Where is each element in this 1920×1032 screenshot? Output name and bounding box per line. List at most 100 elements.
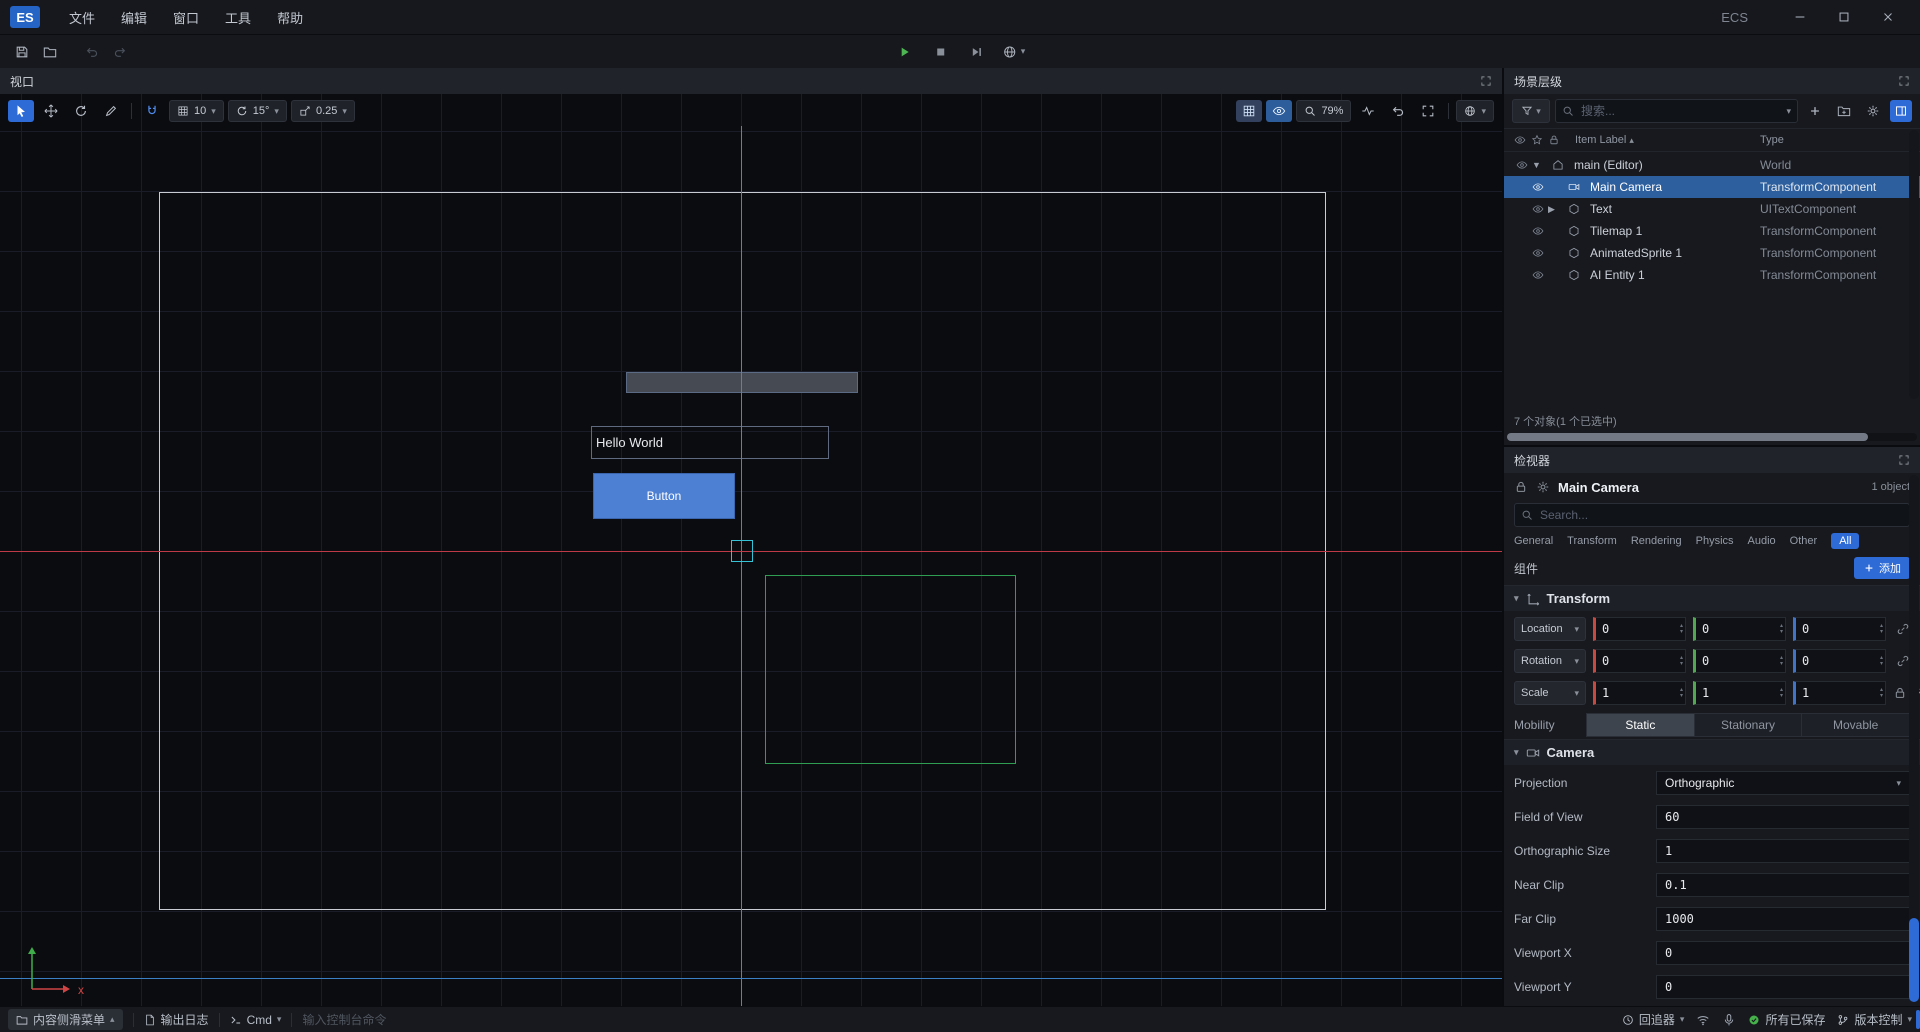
fullscreen-button[interactable]: [1415, 100, 1441, 122]
ui-text-object[interactable]: Hello World: [591, 426, 829, 459]
hierarchy-search[interactable]: ▾: [1555, 99, 1798, 123]
play-button[interactable]: [891, 39, 919, 65]
redo-button[interactable]: [106, 39, 134, 65]
eye-icon[interactable]: [1532, 269, 1548, 281]
grid-snap-dropdown[interactable]: 10 ▾: [169, 100, 224, 122]
zoom-indicator[interactable]: 79%: [1296, 100, 1351, 122]
tree-row-ai-entity[interactable]: AI Entity 1 TransformComponent: [1504, 264, 1920, 286]
output-log-button[interactable]: 输出日志: [144, 1011, 209, 1028]
play-target-dropdown[interactable]: ▾: [999, 45, 1030, 59]
move-tool-button[interactable]: [38, 100, 64, 122]
location-y-input[interactable]: [1696, 622, 1785, 636]
lock-column-toggle[interactable]: [1548, 134, 1565, 146]
tab-rendering[interactable]: Rendering: [1631, 535, 1682, 547]
select-tool-button[interactable]: [8, 100, 34, 122]
inspector-search-input[interactable]: [1538, 507, 1903, 523]
panel-layout-button[interactable]: [1890, 100, 1912, 122]
viewport-x-input[interactable]: [1656, 941, 1910, 965]
content-drawer-button[interactable]: 内容侧滑菜单 ▴: [8, 1009, 123, 1030]
visibility-column-toggle[interactable]: [1514, 134, 1531, 146]
hierarchy-horizontal-scrollbar[interactable]: [1507, 433, 1917, 441]
stepper-arrows[interactable]: ▴▾: [1680, 620, 1683, 638]
stepper-arrows[interactable]: ▴▾: [1780, 684, 1783, 702]
filter-button[interactable]: ▾: [1512, 99, 1550, 123]
expand-panel-button[interactable]: [1898, 454, 1910, 466]
scale-snap-dropdown[interactable]: 0.25 ▾: [291, 100, 355, 122]
eye-icon[interactable]: [1532, 247, 1548, 259]
tree-row-animatedsprite[interactable]: AnimatedSprite 1 TransformComponent: [1504, 242, 1920, 264]
transform-section-header[interactable]: ▾ Transform: [1504, 585, 1920, 611]
chevron-down-icon[interactable]: ▼: [1532, 160, 1552, 170]
tilemap-object[interactable]: [626, 372, 858, 393]
menu-help[interactable]: 帮助: [264, 0, 316, 34]
save-status[interactable]: 所有已保存: [1748, 1011, 1825, 1028]
scrollbar-thumb[interactable]: [1909, 918, 1919, 1002]
edit-tool-button[interactable]: [98, 100, 124, 122]
eye-icon[interactable]: [1532, 181, 1548, 193]
field-of-view-input[interactable]: [1656, 805, 1910, 829]
open-button[interactable]: [36, 39, 64, 65]
rotation-z-input[interactable]: [1796, 654, 1885, 668]
expand-panel-button[interactable]: [1898, 75, 1910, 87]
rotate-tool-button[interactable]: [68, 100, 94, 122]
lock-icon[interactable]: [1514, 480, 1528, 494]
hierarchy-settings-button[interactable]: [1861, 99, 1885, 123]
mobility-static[interactable]: Static: [1586, 713, 1695, 737]
stepper-arrows[interactable]: ▴▾: [1880, 620, 1883, 638]
close-button[interactable]: [1866, 0, 1910, 34]
favorite-column-toggle[interactable]: [1531, 134, 1548, 146]
add-component-button[interactable]: 添加: [1854, 557, 1910, 579]
maximize-button[interactable]: [1822, 0, 1866, 34]
tree-row-main[interactable]: ▼ main (Editor) World: [1504, 154, 1920, 176]
hierarchy-search-input[interactable]: [1579, 103, 1781, 119]
tracer-dropdown[interactable]: 回追器 ▾: [1622, 1011, 1685, 1028]
far-clip-input[interactable]: [1656, 907, 1910, 931]
eye-icon[interactable]: [1532, 203, 1548, 215]
hierarchy-vertical-scrollbar[interactable]: [1909, 130, 1919, 399]
expand-panel-button[interactable]: [1480, 75, 1492, 87]
scale-z-input[interactable]: [1796, 686, 1885, 700]
eye-icon[interactable]: [1516, 159, 1532, 171]
grid-toggle-button[interactable]: [1236, 100, 1262, 122]
location-z-input[interactable]: [1796, 622, 1885, 636]
mobility-stationary[interactable]: Stationary: [1695, 713, 1803, 737]
scale-dropdown[interactable]: Scale▾: [1514, 681, 1586, 705]
rotation-x-input[interactable]: [1596, 654, 1685, 668]
console-command-placeholder[interactable]: 输入控制台命令: [302, 1011, 386, 1028]
version-control-dropdown[interactable]: 版本控制 ▾: [1837, 1011, 1912, 1028]
stepper-arrows[interactable]: ▴▾: [1880, 652, 1883, 670]
minimize-button[interactable]: [1778, 0, 1822, 34]
gear-icon[interactable]: [1536, 480, 1550, 494]
ui-button-object[interactable]: Button: [593, 473, 735, 519]
rotation-y-input[interactable]: [1696, 654, 1785, 668]
mic-icon[interactable]: [1722, 1013, 1736, 1027]
undo-button[interactable]: [78, 39, 106, 65]
stepper-arrows[interactable]: ▴▾: [1680, 684, 1683, 702]
stepper-arrows[interactable]: ▴▾: [1780, 620, 1783, 638]
tab-general[interactable]: General: [1514, 535, 1553, 547]
stats-button[interactable]: [1355, 100, 1381, 122]
rotation-dropdown[interactable]: Rotation▾: [1514, 649, 1586, 673]
step-button[interactable]: [963, 39, 991, 65]
tree-row-main-camera[interactable]: Main Camera TransformComponent: [1504, 176, 1920, 198]
menu-file[interactable]: 文件: [56, 0, 108, 34]
wifi-icon[interactable]: [1696, 1013, 1710, 1027]
new-folder-button[interactable]: [1832, 99, 1856, 123]
visibility-toggle-button[interactable]: [1266, 100, 1292, 122]
menu-window[interactable]: 窗口: [160, 0, 212, 34]
tree-row-tilemap[interactable]: Tilemap 1 TransformComponent: [1504, 220, 1920, 242]
inspector-search[interactable]: [1514, 503, 1910, 527]
save-button[interactable]: [8, 39, 36, 65]
lock-icon[interactable]: [1893, 686, 1907, 700]
camera-section-header[interactable]: ▾ Camera: [1504, 739, 1920, 765]
stop-button[interactable]: [927, 39, 955, 65]
scale-x-input[interactable]: [1596, 686, 1685, 700]
cmd-dropdown[interactable]: Cmd ▾: [230, 1013, 282, 1027]
reset-view-button[interactable]: [1385, 100, 1411, 122]
world-dropdown[interactable]: ▾: [1456, 100, 1494, 122]
mobility-movable[interactable]: Movable: [1802, 713, 1910, 737]
link-icon[interactable]: [1896, 654, 1910, 668]
scrollbar-thumb[interactable]: [1507, 433, 1868, 441]
eye-icon[interactable]: [1532, 225, 1548, 237]
tab-audio[interactable]: Audio: [1748, 535, 1776, 547]
